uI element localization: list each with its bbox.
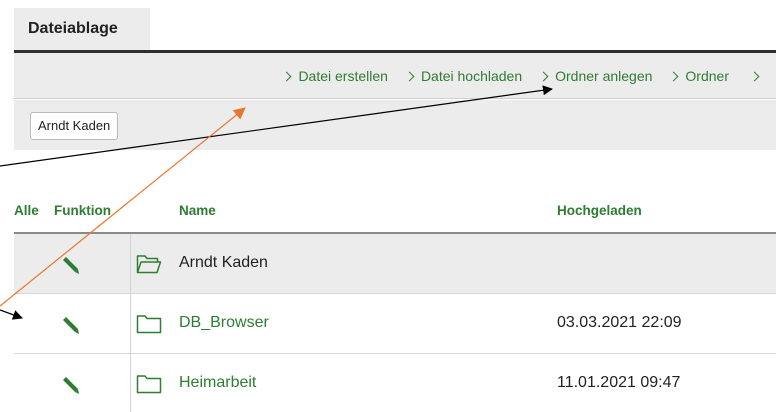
upload-date: 03.03.2021 22:09 <box>557 314 682 331</box>
create-file-label: Datei erstellen <box>298 68 388 84</box>
folder-label: Ordner <box>685 68 729 84</box>
table-row[interactable]: Arndt Kaden <box>14 234 776 294</box>
edit-pencil-icon[interactable] <box>60 316 80 336</box>
edit-pencil-icon[interactable] <box>60 256 80 276</box>
folder-filter-button[interactable]: Arndt Kaden <box>30 112 119 140</box>
folder-link[interactable]: Ordner <box>668 68 729 84</box>
column-header-name[interactable]: Name <box>179 203 216 218</box>
upload-file-label: Datei hochladen <box>420 68 523 84</box>
folder-name[interactable]: DB_Browser <box>179 313 269 333</box>
folder-icon <box>136 375 162 394</box>
tab-dateiablage[interactable]: Dateiablage <box>14 8 150 50</box>
chevron-right-icon <box>281 71 292 82</box>
chevron-right-icon <box>538 71 549 82</box>
chevron-right-icon <box>404 71 415 82</box>
action-bar: Datei erstellen Datei hochladen Ordner a… <box>14 53 776 99</box>
column-header-hochgeladen[interactable]: Hochgeladen <box>557 203 642 218</box>
table-row[interactable]: DB_Browser 03.03.2021 22:09 <box>14 294 776 354</box>
table-header: Alle Funktion Name Hochgeladen <box>0 192 776 232</box>
chevron-right-icon <box>749 71 760 82</box>
column-divider <box>130 354 131 412</box>
upload-date: 11.01.2021 09:47 <box>557 374 681 391</box>
chevron-right-icon <box>668 71 679 82</box>
create-folder-label: Ordner anlegen <box>555 68 653 84</box>
filter-bar: Arndt Kaden <box>14 100 776 150</box>
action-links: Datei erstellen Datei hochladen Ordner a… <box>265 53 766 99</box>
create-file-link[interactable]: Datei erstellen <box>281 68 388 84</box>
column-header-funktion: Funktion <box>54 203 111 218</box>
folder-name[interactable]: Heimarbeit <box>179 373 256 393</box>
folder-icon <box>136 315 162 334</box>
edit-pencil-icon[interactable] <box>60 376 80 396</box>
create-folder-link[interactable]: Ordner anlegen <box>538 68 653 84</box>
upload-file-link[interactable]: Datei hochladen <box>404 68 523 84</box>
more-link[interactable] <box>749 71 766 82</box>
folder-open-icon <box>136 255 162 274</box>
table-row[interactable]: Heimarbeit 11.01.2021 09:47 <box>14 354 776 412</box>
column-header-alle[interactable]: Alle <box>14 203 39 218</box>
column-divider <box>130 234 131 294</box>
folder-name[interactable]: Arndt Kaden <box>179 253 268 273</box>
column-divider <box>130 294 131 354</box>
